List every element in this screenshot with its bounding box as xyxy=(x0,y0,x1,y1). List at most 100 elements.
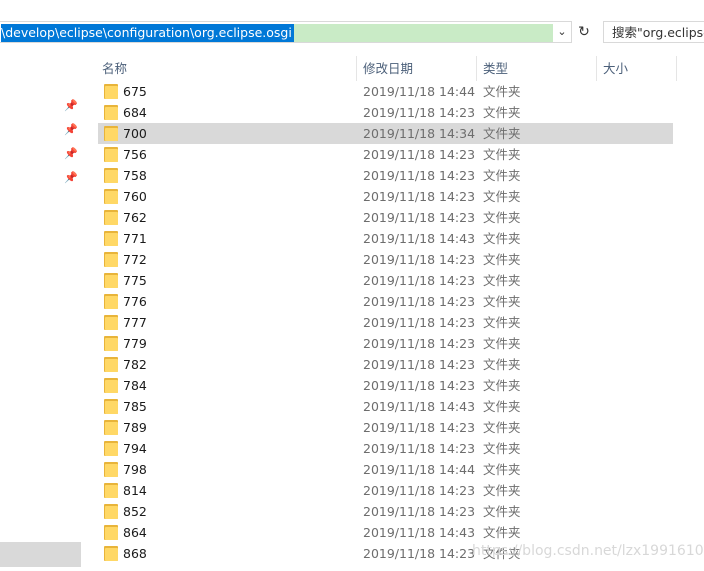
folder-icon xyxy=(104,378,118,393)
file-name: 785 xyxy=(123,399,147,414)
column-header-date[interactable]: 修改日期 xyxy=(357,56,477,81)
folder-icon xyxy=(104,357,118,372)
modified-date: 2019/11/18 14:23 xyxy=(363,168,476,183)
file-row[interactable]: 760 2019/11/18 14:23 文件夹 xyxy=(98,186,673,207)
file-type: 文件夹 xyxy=(483,336,521,351)
file-type: 文件夹 xyxy=(483,483,521,498)
file-row[interactable]: 852 2019/11/18 14:23 文件夹 xyxy=(98,501,673,522)
folder-icon xyxy=(104,189,118,204)
file-type: 文件夹 xyxy=(483,525,521,540)
folder-icon xyxy=(104,210,118,225)
modified-date: 2019/11/18 14:44 xyxy=(363,462,476,477)
file-row[interactable]: 779 2019/11/18 14:23 文件夹 xyxy=(98,333,673,354)
toolbar: \develop\eclipse\configuration\org.eclip… xyxy=(0,0,704,52)
file-type: 文件夹 xyxy=(483,294,521,309)
file-type: 文件夹 xyxy=(483,252,521,267)
file-row[interactable]: 798 2019/11/18 14:44 文件夹 xyxy=(98,459,673,480)
folder-icon xyxy=(104,483,118,498)
file-type: 文件夹 xyxy=(483,315,521,330)
file-row[interactable]: 794 2019/11/18 14:23 文件夹 xyxy=(98,438,673,459)
file-row[interactable]: 684 2019/11/18 14:23 文件夹 xyxy=(98,102,673,123)
file-type: 文件夹 xyxy=(483,210,521,225)
file-list: ⌃ 名称 修改日期 类型 大小 6752019/11/18 14:44文件夹68… xyxy=(84,52,704,571)
file-type: 文件夹 xyxy=(483,126,521,141)
column-header-size[interactable]: 大小 xyxy=(597,56,677,81)
file-row[interactable]: 775 2019/11/18 14:23 文件夹 xyxy=(98,270,673,291)
modified-date: 2019/11/18 14:43 xyxy=(363,399,476,414)
file-type: 文件夹 xyxy=(483,420,521,435)
file-row[interactable]: 864 2019/11/18 14:43 文件夹 xyxy=(98,522,673,543)
file-type: 文件夹 xyxy=(483,378,521,393)
file-row[interactable]: 777 2019/11/18 14:23 文件夹 xyxy=(98,312,673,333)
file-type: 文件夹 xyxy=(483,357,521,372)
file-type: 文件夹 xyxy=(483,504,521,519)
pin-icon[interactable]: 📌 xyxy=(64,123,78,137)
modified-date: 2019/11/18 14:23 xyxy=(363,105,476,120)
modified-date: 2019/11/18 14:23 xyxy=(363,315,476,330)
pin-icon[interactable]: 📌 xyxy=(64,171,78,185)
nav-item-selected[interactable] xyxy=(0,542,81,567)
file-row[interactable]: 776 2019/11/18 14:23 文件夹 xyxy=(98,291,673,312)
pin-icon[interactable]: 📌 xyxy=(64,99,78,113)
modified-date: 2019/11/18 14:34 xyxy=(363,126,476,141)
file-name: 789 xyxy=(123,420,147,435)
folder-icon xyxy=(104,315,118,330)
file-type: 文件夹 xyxy=(483,231,521,246)
file-name: 771 xyxy=(123,231,147,246)
address-bar[interactable]: \develop\eclipse\configuration\org.eclip… xyxy=(0,21,572,43)
modified-date: 2019/11/18 14:23 xyxy=(363,273,476,288)
column-header-row: 名称 修改日期 类型 大小 xyxy=(84,56,704,81)
column-header-name[interactable]: 名称 xyxy=(96,56,357,81)
search-input[interactable]: 搜索"org.eclipse xyxy=(603,21,704,43)
refresh-icon[interactable]: ↻ xyxy=(573,21,595,43)
search-placeholder: 搜索"org.eclipse xyxy=(612,25,704,40)
folder-icon xyxy=(104,147,118,162)
file-row[interactable]: 782 2019/11/18 14:23 文件夹 xyxy=(98,354,673,375)
modified-date: 2019/11/18 14:23 xyxy=(363,546,476,561)
file-row[interactable]: 784 2019/11/18 14:23 文件夹 xyxy=(98,375,673,396)
file-name: 776 xyxy=(123,294,147,309)
address-bar-highlight xyxy=(275,24,553,42)
modified-date: 2019/11/18 14:23 xyxy=(363,504,476,519)
modified-date: 2019/11/18 14:44 xyxy=(363,84,476,99)
address-path[interactable]: \develop\eclipse\configuration\org.eclip… xyxy=(1,24,294,42)
modified-date: 2019/11/18 14:23 xyxy=(363,147,476,162)
pin-icon[interactable]: 📌 xyxy=(64,147,78,161)
folder-icon xyxy=(104,525,118,540)
modified-date: 2019/11/18 14:23 xyxy=(363,189,476,204)
file-row[interactable]: 771 2019/11/18 14:43 文件夹 xyxy=(98,228,673,249)
file-name: 758 xyxy=(123,168,147,183)
folder-icon xyxy=(104,252,118,267)
file-row[interactable]: 772 2019/11/18 14:23 文件夹 xyxy=(98,249,673,270)
folder-icon xyxy=(104,441,118,456)
file-row[interactable]: 762 2019/11/18 14:23 文件夹 xyxy=(98,207,673,228)
file-row[interactable]: 675 2019/11/18 14:44 文件夹 xyxy=(98,81,673,102)
modified-date: 2019/11/18 14:23 xyxy=(363,378,476,393)
modified-date: 2019/11/18 14:23 xyxy=(363,336,476,351)
file-row[interactable]: 756 2019/11/18 14:23 文件夹 xyxy=(98,144,673,165)
file-name: 760 xyxy=(123,189,147,204)
file-type: 文件夹 xyxy=(483,462,521,477)
file-row[interactable]: 758 2019/11/18 14:23 文件夹 xyxy=(98,165,673,186)
file-row[interactable]: 814 2019/11/18 14:23 文件夹 xyxy=(98,480,673,501)
modified-date: 2019/11/18 14:23 xyxy=(363,441,476,456)
modified-date: 2019/11/18 14:23 xyxy=(363,294,476,309)
modified-date: 2019/11/18 14:43 xyxy=(363,231,476,246)
folder-icon xyxy=(104,294,118,309)
file-type: 文件夹 xyxy=(483,441,521,456)
file-type: 文件夹 xyxy=(483,189,521,204)
file-name: 700 xyxy=(123,126,147,141)
file-row[interactable]: 700 2019/11/18 14:34 文件夹 xyxy=(98,123,673,144)
file-row[interactable]: 789 2019/11/18 14:23 文件夹 xyxy=(98,417,673,438)
file-row[interactable]: 785 2019/11/18 14:43 文件夹 xyxy=(98,396,673,417)
column-header-type[interactable]: 类型 xyxy=(477,56,597,81)
file-name: 794 xyxy=(123,441,147,456)
file-name: 868 xyxy=(123,546,147,561)
chevron-down-icon[interactable]: ⌄ xyxy=(553,22,571,42)
file-name: 798 xyxy=(123,462,147,477)
folder-icon xyxy=(104,336,118,351)
file-name: 777 xyxy=(123,315,147,330)
watermark: https://blog.csdn.net/lzx1991610 xyxy=(472,543,704,559)
modified-date: 2019/11/18 14:43 xyxy=(363,525,476,540)
file-name: 784 xyxy=(123,378,147,393)
